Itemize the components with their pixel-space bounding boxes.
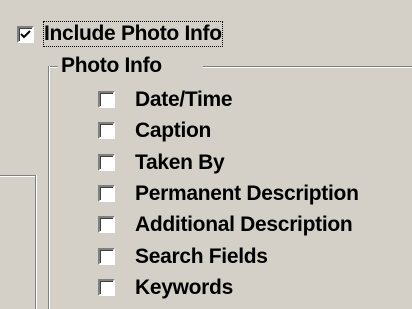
panel-edge-line (35, 175, 36, 309)
groupbox-left-border (48, 66, 49, 309)
additional-description-label[interactable]: Additional Description (135, 213, 353, 237)
permanent-description-checkbox[interactable] (98, 185, 115, 202)
search-fields-label[interactable]: Search Fields (135, 245, 268, 269)
keywords-checkbox[interactable] (98, 279, 115, 296)
include-photo-info-checkbox-box[interactable] (17, 26, 34, 43)
taken-by-label[interactable]: Taken By (135, 151, 225, 175)
search-fields-checkbox[interactable] (98, 248, 115, 265)
include-photo-info-label[interactable]: Include Photo Info (43, 21, 223, 47)
caption-checkbox[interactable] (98, 122, 115, 139)
photo-info-group-title: Photo Info (58, 54, 165, 78)
groupbox-top-border-right (203, 66, 412, 67)
panel-divider-line (0, 175, 36, 176)
permanent-description-label[interactable]: Permanent Description (135, 182, 359, 206)
date-time-checkbox[interactable] (98, 91, 115, 108)
keywords-label[interactable]: Keywords (135, 276, 233, 300)
caption-label[interactable]: Caption (135, 119, 211, 143)
checkmark-icon (20, 30, 31, 39)
additional-description-checkbox[interactable] (98, 216, 115, 233)
taken-by-checkbox[interactable] (98, 154, 115, 171)
date-time-label[interactable]: Date/Time (135, 88, 233, 112)
